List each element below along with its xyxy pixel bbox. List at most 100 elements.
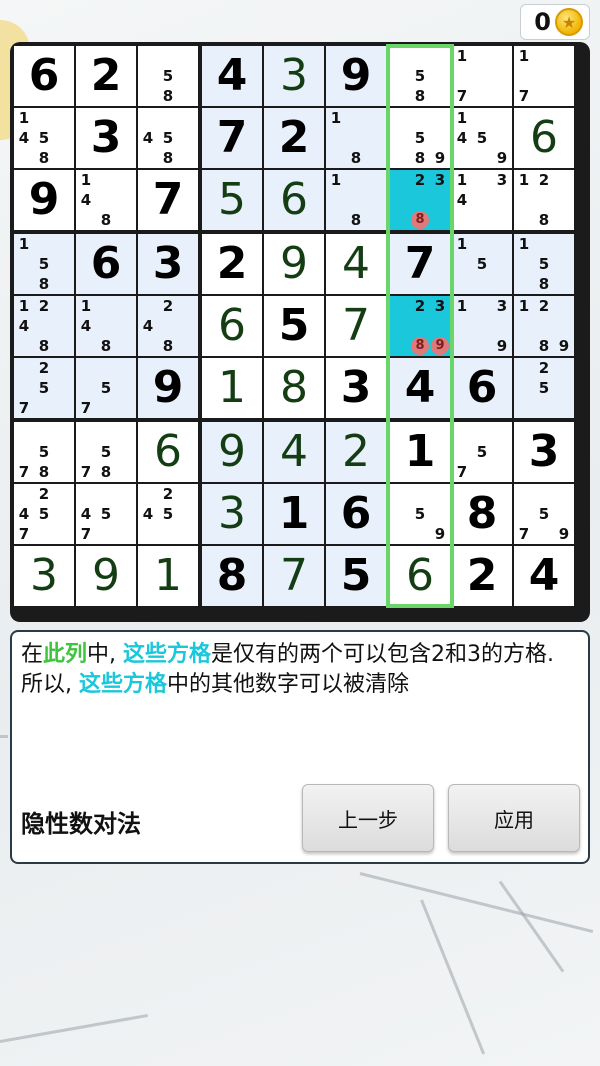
cell-r3c9[interactable]: 12 8 xyxy=(514,170,574,230)
cell-r8c1[interactable]: 2457 xyxy=(14,484,74,544)
cell-r1c5[interactable]: 3 xyxy=(264,46,324,106)
cell-r2c8[interactable]: 1459 xyxy=(452,108,512,168)
candidate-note: 7 xyxy=(18,398,30,417)
cell-r9c5[interactable]: 7 xyxy=(264,546,324,606)
cell-r6c4[interactable]: 1 xyxy=(202,358,262,418)
cell-digit: 9 xyxy=(280,238,308,289)
cell-r5c8[interactable]: 1 3 9 xyxy=(452,296,512,356)
cell-r4c8[interactable]: 15 xyxy=(452,234,512,294)
cell-r7c4[interactable]: 9 xyxy=(202,422,262,482)
cell-r1c2[interactable]: 2 xyxy=(76,46,136,106)
cell-r7c7[interactable]: 1 xyxy=(390,422,450,482)
cell-r3c2[interactable]: 148 xyxy=(76,170,136,230)
candidate-note: 5 xyxy=(38,442,50,461)
cell-r6c8[interactable]: 6 xyxy=(452,358,512,418)
cell-r9c1[interactable]: 3 xyxy=(14,546,74,606)
cell-r5c4[interactable]: 6 xyxy=(202,296,262,356)
cell-r9c7[interactable]: 6 xyxy=(390,546,450,606)
cell-r4c9[interactable]: 158 xyxy=(514,234,574,294)
cell-r7c8[interactable]: 57 xyxy=(452,422,512,482)
cell-r6c6[interactable]: 3 xyxy=(326,358,386,418)
cell-digit: 3 xyxy=(340,362,372,413)
cell-r1c8[interactable]: 17 xyxy=(452,46,512,106)
cell-r7c9[interactable]: 3 xyxy=(514,422,574,482)
cell-r3c4[interactable]: 5 xyxy=(202,170,262,230)
candidate-note: 8 xyxy=(414,148,426,167)
cell-r7c6[interactable]: 2 xyxy=(326,422,386,482)
cell-r1c1[interactable]: 6 xyxy=(14,46,74,106)
cell-r2c5[interactable]: 2 xyxy=(264,108,324,168)
cell-r1c9[interactable]: 17 xyxy=(514,46,574,106)
cell-r6c3[interactable]: 9 xyxy=(138,358,198,418)
cell-r8c7[interactable]: 59 xyxy=(390,484,450,544)
cell-r9c3[interactable]: 1 xyxy=(138,546,198,606)
background-line xyxy=(0,1013,148,1043)
cell-r2c4[interactable]: 7 xyxy=(202,108,262,168)
cell-r8c8[interactable]: 8 xyxy=(452,484,512,544)
candidate-note: 2 xyxy=(38,358,50,377)
cell-r4c2[interactable]: 6 xyxy=(76,234,136,294)
cell-r1c3[interactable]: 58 xyxy=(138,46,198,106)
cell-r1c6[interactable]: 9 xyxy=(326,46,386,106)
candidate-note: 9 xyxy=(434,524,446,543)
cell-r2c3[interactable]: 458 xyxy=(138,108,198,168)
cell-r5c7[interactable]: 23 89 xyxy=(390,296,450,356)
cell-r5c3[interactable]: 248 xyxy=(138,296,198,356)
cell-r7c3[interactable]: 6 xyxy=(138,422,198,482)
cell-r3c3[interactable]: 7 xyxy=(138,170,198,230)
cell-r1c7[interactable]: 58 xyxy=(390,46,450,106)
cell-r8c9[interactable]: 57 9 xyxy=(514,484,574,544)
cell-r8c6[interactable]: 6 xyxy=(326,484,386,544)
cell-digit: 4 xyxy=(404,362,436,413)
cell-r4c3[interactable]: 3 xyxy=(138,234,198,294)
cell-r5c9[interactable]: 12 89 xyxy=(514,296,574,356)
cell-r3c7[interactable]: 23 8 xyxy=(390,170,450,230)
cell-r7c2[interactable]: 578 xyxy=(76,422,136,482)
candidate-note: 1 xyxy=(456,108,468,127)
cell-r6c5[interactable]: 8 xyxy=(264,358,324,418)
candidate-note: 4 xyxy=(142,128,154,147)
cell-r2c1[interactable]: 1458 xyxy=(14,108,74,168)
cell-r5c1[interactable]: 1248 xyxy=(14,296,74,356)
cell-r9c6[interactable]: 5 xyxy=(326,546,386,606)
cell-r7c1[interactable]: 578 xyxy=(14,422,74,482)
cell-r6c2[interactable]: 57 xyxy=(76,358,136,418)
cell-r8c4[interactable]: 3 xyxy=(202,484,262,544)
cell-r2c2[interactable]: 3 xyxy=(76,108,136,168)
cell-r6c9[interactable]: 25 xyxy=(514,358,574,418)
cell-r3c6[interactable]: 18 xyxy=(326,170,386,230)
cell-r3c5[interactable]: 6 xyxy=(264,170,324,230)
cell-r8c3[interactable]: 245 xyxy=(138,484,198,544)
cell-r2c6[interactable]: 18 xyxy=(326,108,386,168)
cell-r6c1[interactable]: 257 xyxy=(14,358,74,418)
cell-r4c7[interactable]: 7 xyxy=(390,234,450,294)
cell-r3c1[interactable]: 9 xyxy=(14,170,74,230)
cell-r3c8[interactable]: 1 3 4 xyxy=(452,170,512,230)
cell-r9c4[interactable]: 8 xyxy=(202,546,262,606)
cell-r2c7[interactable]: 589 xyxy=(390,108,450,168)
cell-r4c6[interactable]: 4 xyxy=(326,234,386,294)
cell-r1c4[interactable]: 4 xyxy=(202,46,262,106)
cell-r5c2[interactable]: 148 xyxy=(76,296,136,356)
candidate-note: 1 xyxy=(18,234,30,253)
cell-r8c5[interactable]: 1 xyxy=(264,484,324,544)
cell-r9c8[interactable]: 2 xyxy=(452,546,512,606)
cell-r9c9[interactable]: 4 xyxy=(514,546,574,606)
apply-button[interactable]: 应用 xyxy=(448,784,580,852)
coin-count: 0 xyxy=(534,8,551,36)
coin-counter[interactable]: 0 ★ xyxy=(520,4,590,40)
candidate-note: 7 xyxy=(80,398,92,417)
cell-r7c5[interactable]: 4 xyxy=(264,422,324,482)
cell-r4c5[interactable]: 9 xyxy=(264,234,324,294)
cell-r4c1[interactable]: 158 xyxy=(14,234,74,294)
cell-r5c6[interactable]: 7 xyxy=(326,296,386,356)
cell-r2c9[interactable]: 6 xyxy=(514,108,574,168)
cell-r5c5[interactable]: 5 xyxy=(264,296,324,356)
candidate-note: 2 xyxy=(38,484,50,503)
candidate-note: 2 xyxy=(538,170,550,189)
cell-r6c7[interactable]: 4 xyxy=(390,358,450,418)
cell-r4c4[interactable]: 2 xyxy=(202,234,262,294)
previous-step-button[interactable]: 上一步 xyxy=(302,784,434,852)
cell-r9c2[interactable]: 9 xyxy=(76,546,136,606)
cell-r8c2[interactable]: 457 xyxy=(76,484,136,544)
